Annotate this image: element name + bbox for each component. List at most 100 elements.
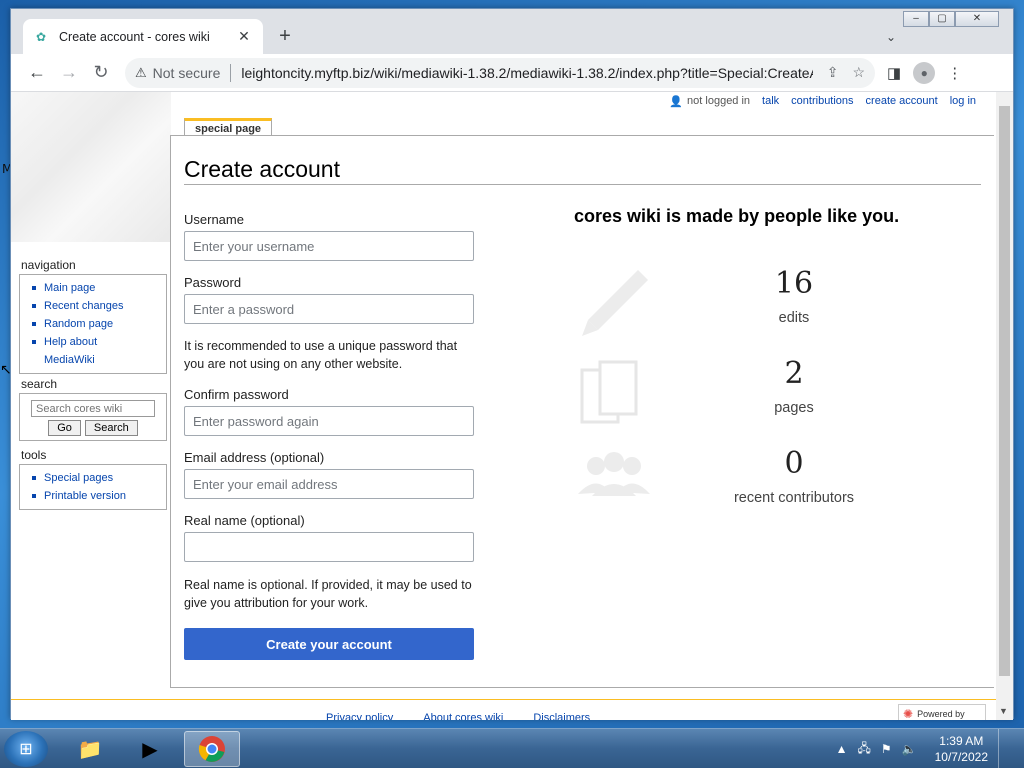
password-label: Password — [184, 275, 242, 290]
menu-kebab-icon[interactable]: ⋮ — [947, 64, 962, 82]
tab-strip: ✿ Create account - cores wiki ✕ + ⌄ – ▢ … — [11, 9, 1013, 54]
wiki-favicon-icon: ✿ — [35, 29, 47, 44]
confirm-password-label: Confirm password — [184, 387, 289, 402]
address-bar[interactable]: ⚠ Not secure leightoncity.myftp.biz/wiki… — [125, 57, 875, 88]
stat-label: pages — [774, 400, 814, 416]
username-field[interactable] — [184, 231, 474, 261]
stat-label: edits — [778, 310, 810, 326]
sidebar-item-special-pages[interactable]: Special pages — [26, 469, 160, 487]
confirm-password-field[interactable] — [184, 406, 474, 436]
people-icon — [578, 452, 650, 496]
main-content: Create account Username Password It is r… — [170, 135, 994, 688]
search-heading: search — [21, 377, 58, 391]
mediawiki-logo-icon: ✺ — [903, 707, 914, 720]
explorer-taskbar-icon[interactable]: 📁 — [62, 731, 118, 767]
stat-contributors: 0 recent contributors — [574, 446, 994, 526]
share-icon[interactable]: ⇪ — [827, 64, 839, 81]
personal-tools: 👤 not logged in talk contributions creat… — [669, 95, 976, 108]
stat-value: 16 — [774, 266, 814, 301]
system-tray: ▲ 🖧 ⚑ 🔈 1:39 AM 10/7/2022 — [836, 729, 1024, 768]
page-scrollbar[interactable]: ▼ — [996, 92, 1013, 720]
go-button[interactable]: Go — [48, 420, 81, 436]
sidebar-item-main-page[interactable]: Main page — [26, 279, 160, 297]
realname-note: Real name is optional. If provided, it m… — [184, 578, 472, 610]
navigation-heading: navigation — [21, 258, 76, 272]
sidebar-item-random-page[interactable]: Random page — [26, 315, 160, 333]
realname-label: Real name (optional) — [184, 513, 305, 528]
create-account-link[interactable]: create account — [866, 95, 938, 108]
maximize-button[interactable]: ▢ — [929, 11, 955, 27]
talk-link[interactable]: talk — [762, 95, 779, 108]
not-secure-label[interactable]: Not secure — [153, 65, 221, 81]
promo-panel: cores wiki is made by people like you. 1… — [574, 206, 994, 506]
volume-icon[interactable]: 🔈 — [902, 742, 917, 756]
page-title: Create account — [184, 156, 981, 185]
browser-window: ✿ Create account - cores wiki ✕ + ⌄ – ▢ … — [10, 8, 1014, 720]
profile-avatar-icon[interactable]: ● — [913, 61, 936, 84]
contributions-link[interactable]: contributions — [791, 95, 853, 108]
reload-icon[interactable]: ↻ — [85, 57, 117, 89]
warning-icon[interactable]: ⚠ — [135, 65, 147, 81]
footer-privacy-link[interactable]: Privacy policy — [326, 712, 393, 720]
footer-disclaimers-link[interactable]: Disclaimers — [533, 712, 590, 720]
minimize-button[interactable]: – — [903, 11, 929, 27]
sidebar-item-help[interactable]: Help about MediaWiki — [26, 333, 136, 369]
email-label: Email address (optional) — [184, 450, 325, 465]
stat-pages: 2 pages — [574, 356, 994, 436]
create-account-button[interactable]: Create your account — [184, 628, 474, 660]
pencil-icon — [582, 270, 648, 336]
back-icon[interactable]: ← — [21, 57, 53, 89]
footer-divider — [11, 699, 996, 700]
browser-tab[interactable]: ✿ Create account - cores wiki ✕ — [23, 19, 263, 54]
page-viewport: 👤 not logged in talk contributions creat… — [11, 92, 996, 720]
search-portlet: search Go Search — [19, 377, 167, 441]
scroll-down-arrow-icon[interactable]: ▼ — [999, 706, 1008, 716]
stat-value: 2 — [784, 356, 804, 391]
navigation-portlet: navigation Main page Recent changes Rand… — [19, 258, 167, 374]
stat-edits: 16 edits — [574, 266, 994, 346]
side-panel-icon[interactable]: ◨ — [887, 64, 901, 82]
create-account-form: Username Password It is recommended to u… — [184, 212, 474, 660]
pages-icon — [580, 360, 638, 424]
bookmark-star-icon[interactable]: ☆ — [852, 64, 865, 81]
wiki-logo-area[interactable] — [11, 92, 171, 242]
scroll-thumb[interactable] — [999, 106, 1010, 676]
stat-label: recent contributors — [733, 490, 855, 506]
show-desktop-button[interactable] — [998, 729, 1010, 768]
log-in-link[interactable]: log in — [950, 95, 976, 108]
realname-field[interactable] — [184, 532, 474, 562]
chrome-taskbar-icon[interactable] — [184, 731, 240, 767]
forward-icon[interactable]: → — [53, 57, 85, 89]
tab-close-icon[interactable]: ✕ — [235, 28, 253, 45]
show-hidden-icons-icon[interactable]: ▲ — [836, 742, 848, 756]
browser-toolbar: ← → ↻ ⚠ Not secure leightoncity.myftp.bi… — [11, 54, 1013, 92]
sidebar-item-recent-changes[interactable]: Recent changes — [26, 297, 160, 315]
action-center-flag-icon[interactable]: ⚑ — [881, 742, 892, 756]
powered-by-text: Powered by — [917, 709, 965, 719]
media-player-taskbar-icon[interactable]: ▶ — [122, 731, 178, 767]
url-text[interactable]: leightoncity.myftp.biz/wiki/mediawiki-1.… — [241, 65, 812, 81]
search-input[interactable] — [31, 400, 155, 417]
footer-about-link[interactable]: About cores wiki — [423, 712, 503, 720]
network-icon[interactable]: 🖧 — [858, 739, 871, 760]
promo-title: cores wiki is made by people like you. — [574, 206, 900, 226]
start-button[interactable]: ⊞ — [4, 731, 48, 767]
taskbar: ⊞ 📁 ▶ ▲ 🖧 ⚑ 🔈 1:39 AM 10/7/2022 — [0, 728, 1024, 768]
new-tab-button[interactable]: + — [273, 25, 297, 49]
omnibox-divider — [230, 63, 232, 82]
tab-special-page[interactable]: special page — [184, 118, 273, 136]
clock[interactable]: 1:39 AM 10/7/2022 — [935, 733, 988, 765]
window-close-button[interactable]: ✕ — [955, 11, 999, 27]
clock-time: 1:39 AM — [939, 734, 984, 748]
tab-search-icon[interactable]: ⌄ — [879, 25, 903, 49]
search-button[interactable]: Search — [84, 420, 138, 436]
tools-portlet: tools Special pages Printable version — [19, 448, 167, 510]
password-field[interactable] — [184, 294, 474, 324]
tab-title: Create account - cores wiki — [59, 29, 210, 44]
email-field[interactable] — [184, 469, 474, 499]
sidebar-item-printable-version[interactable]: Printable version — [26, 487, 160, 505]
clock-date: 10/7/2022 — [934, 750, 988, 764]
powered-by-mediawiki-badge[interactable]: ✺ Powered by — [898, 704, 986, 720]
footer-links: Privacy policy About cores wiki Disclaim… — [326, 712, 590, 720]
window-controls: – ▢ ✕ — [903, 11, 999, 27]
